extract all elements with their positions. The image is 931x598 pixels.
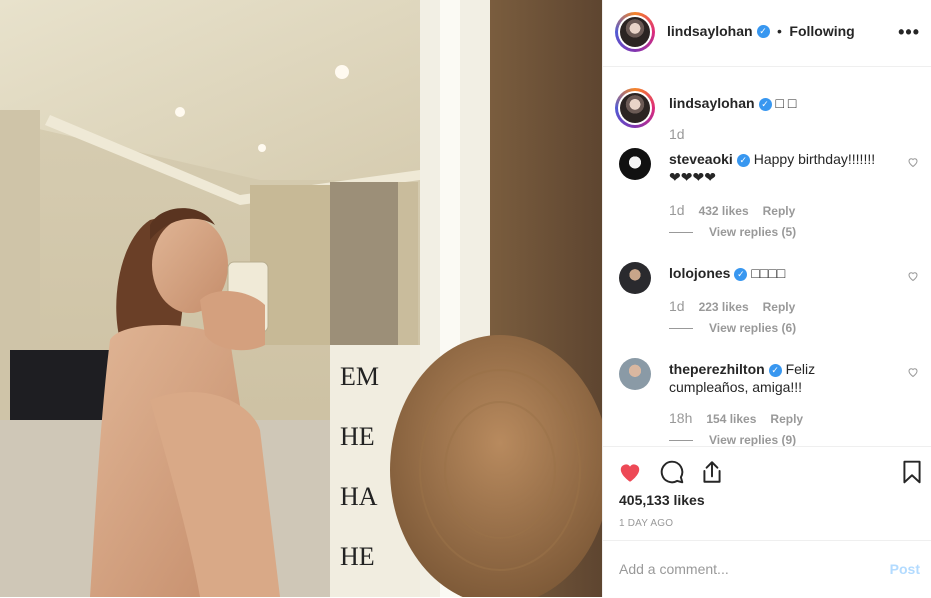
reply-button[interactable]: Reply [763,204,796,218]
bookmark-icon[interactable] [899,459,925,485]
svg-text:EM: EM [340,362,379,391]
commenter-username[interactable]: lolojones [669,265,730,281]
commenter-avatar[interactable] [619,148,651,180]
view-replies-link[interactable]: View replies (6) [669,321,796,335]
caption-username[interactable]: lindsaylohan [669,95,755,111]
reply-button[interactable]: Reply [763,300,796,314]
comments-list[interactable]: lindsaylohan ✓ □ □ 1d steveaoki ✓ Happy bi… [603,68,931,446]
post-side-panel: lindsaylohan ✓ • Following ••• lindsayloh… [602,0,931,597]
verified-icon: ✓ [758,97,772,111]
reply-button[interactable]: Reply [770,412,803,426]
commenter-avatar[interactable] [619,358,651,390]
comment-text: □□□□ [751,265,786,281]
view-replies-link[interactable]: View replies (9) [669,433,796,446]
separator-dot: • [777,23,782,39]
svg-text:HE: HE [340,542,375,571]
caption-avatar[interactable] [615,88,655,128]
add-comment-bar: Add a comment... Post [603,540,931,598]
author-avatar[interactable] [615,12,655,52]
caption: lindsaylohan ✓ □ □ 1d [615,88,919,148]
comment-likes[interactable]: 223 likes [699,300,749,314]
post-photo[interactable]: EM HE HA HE [0,0,602,597]
share-icon[interactable] [699,459,725,485]
caption-time[interactable]: 1d [669,126,685,142]
comment-time[interactable]: 18h [669,410,692,426]
commenter-username[interactable]: steveaoki [669,151,733,167]
like-comment-heart-icon[interactable] [907,270,919,282]
verified-icon: ✓ [768,363,782,377]
comment-likes[interactable]: 154 likes [706,412,756,426]
commenter-avatar[interactable] [619,262,651,294]
view-replies-link[interactable]: View replies (5) [669,225,796,239]
mirror-selfie-image: EM HE HA HE [0,0,602,597]
comment-item: theperezhilton ✓ Feliz cumpleaños, amiga!… [619,358,919,446]
action-bar [603,446,931,484]
commenter-username[interactable]: theperezhilton [669,361,765,377]
more-options-icon[interactable]: ••• [898,22,920,43]
post-header: lindsaylohan ✓ • Following ••• [603,0,931,67]
post-comment-button[interactable]: Post [890,561,920,577]
heart-filled-icon[interactable] [617,459,643,485]
following-button[interactable]: Following [789,23,854,39]
verified-icon: ✓ [736,153,750,167]
comment-item: steveaoki ✓ Happy birthday!!!!!!! ❤❤❤❤ 1d… [619,148,919,248]
likes-count[interactable]: 405,133 likes [619,492,705,508]
verified-icon: ✓ [756,25,770,39]
caption-text: □ □ [775,95,797,111]
svg-text:HE: HE [340,422,375,451]
comment-time[interactable]: 1d [669,202,685,218]
comment-icon[interactable] [659,459,685,485]
comment-time[interactable]: 1d [669,298,685,314]
post-timestamp[interactable]: 1 DAY AGO [619,518,673,529]
svg-text:HA: HA [340,482,378,511]
author-username[interactable]: lindsaylohan [667,23,753,39]
like-comment-heart-icon[interactable] [907,366,919,378]
comment-input[interactable]: Add a comment... [619,561,729,577]
comment-item: lolojones ✓ □□□□ 1d 223 likes Reply View re… [619,262,919,362]
comment-likes[interactable]: 432 likes [699,204,749,218]
like-comment-heart-icon[interactable] [907,156,919,168]
verified-icon: ✓ [734,267,748,281]
